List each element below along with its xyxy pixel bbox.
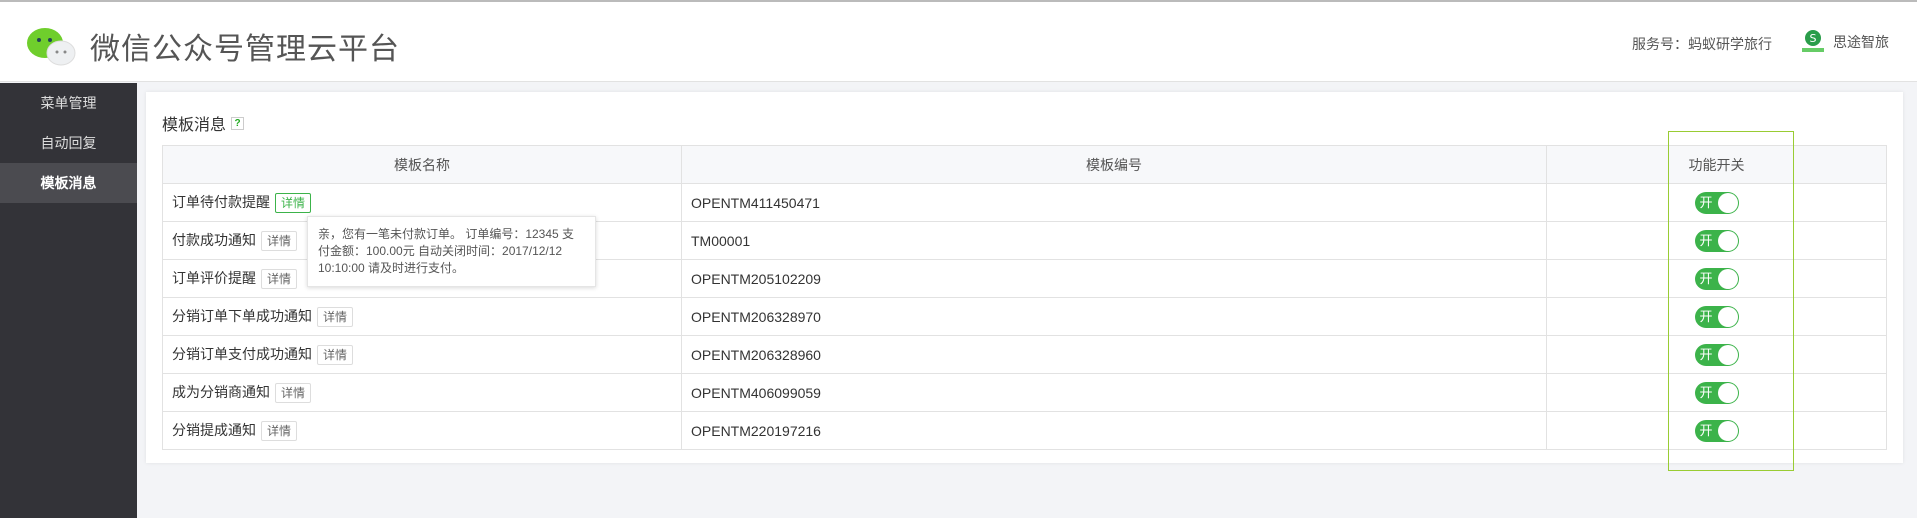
table-row: 分销订单支付成功通知 详情 OPENTM206328960 开 <box>162 335 1887 374</box>
detail-button[interactable]: 详情 <box>275 383 312 403</box>
template-name: 订单待付款提醒 <box>172 194 270 210</box>
sidebar-item-auto-reply[interactable]: 自动回复 <box>0 123 137 163</box>
table-row: 成为分销商通知 详情 OPENTM406099059 开 <box>162 373 1887 412</box>
app-title: 微信公众号管理云平台 <box>90 33 400 66</box>
column-header-switch: 功能开关 <box>1546 145 1887 184</box>
template-code: OPENTM406099059 <box>681 373 1547 412</box>
toggle-knob <box>1717 230 1738 251</box>
page-title: 模板消息 ? <box>162 111 245 135</box>
template-name: 成为分销商通知 <box>172 384 270 400</box>
template-code: OPENTM220197216 <box>681 411 1547 450</box>
switch-cell: 开 <box>1546 259 1887 298</box>
column-header-name: 模板名称 <box>162 145 682 184</box>
column-header-code: 模板编号 <box>681 145 1547 184</box>
help-icon[interactable]: ? <box>231 116 245 130</box>
enable-toggle[interactable]: 开 <box>1694 191 1739 214</box>
toggle-knob <box>1717 344 1738 365</box>
top-header: 微信公众号管理云平台 服务号：蚂蚁研学旅行 S 思途智旅 <box>0 0 1917 82</box>
switch-cell: 开 <box>1546 373 1887 412</box>
brand[interactable]: S 思途智旅 <box>1799 28 1889 56</box>
svg-text:S: S <box>1810 32 1817 45</box>
toggle-label: 开 <box>1699 346 1713 362</box>
detail-button[interactable]: 详情 <box>317 307 354 327</box>
toggle-knob <box>1717 268 1738 289</box>
template-code: TM00001 <box>681 221 1547 260</box>
switch-cell: 开 <box>1546 411 1887 450</box>
toggle-label: 开 <box>1699 308 1713 324</box>
enable-toggle[interactable]: 开 <box>1694 305 1739 328</box>
switch-cell: 开 <box>1546 183 1887 222</box>
table-row: 分销订单下单成功通知 详情 OPENTM206328970 开 <box>162 297 1887 336</box>
page-title-text: 模板消息 <box>162 117 227 134</box>
toggle-label: 开 <box>1699 384 1713 400</box>
template-name-cell: 分销订单下单成功通知 详情 <box>162 297 682 336</box>
enable-toggle[interactable]: 开 <box>1694 343 1739 366</box>
template-code: OPENTM206328960 <box>681 335 1547 374</box>
detail-tooltip: 亲，您有一笔未付款订单。 订单编号：12345 支付金额：100.00元 自动关… <box>307 216 596 287</box>
template-name: 分销订单下单成功通知 <box>172 308 312 324</box>
wechat-logo-icon <box>27 28 76 66</box>
toggle-knob <box>1717 420 1738 441</box>
detail-button[interactable]: 详情 <box>317 345 354 365</box>
brand-logo-icon: S <box>1802 30 1824 52</box>
toggle-knob <box>1717 192 1738 213</box>
sidebar: 菜单管理 自动回复 模板消息 <box>0 83 137 518</box>
detail-button[interactable]: 详情 <box>275 193 312 213</box>
template-code: OPENTM205102209 <box>681 259 1547 298</box>
enable-toggle[interactable]: 开 <box>1694 267 1739 290</box>
detail-button[interactable]: 详情 <box>261 269 298 289</box>
switch-cell: 开 <box>1546 335 1887 374</box>
switch-cell: 开 <box>1546 297 1887 336</box>
template-code: OPENTM206328970 <box>681 297 1547 336</box>
sidebar-item-template-message[interactable]: 模板消息 <box>0 163 137 203</box>
template-name-cell: 成为分销商通知 详情 <box>162 373 682 412</box>
enable-toggle[interactable]: 开 <box>1694 381 1739 404</box>
template-name: 分销订单支付成功通知 <box>172 346 312 362</box>
template-name-cell: 分销提成通知 详情 <box>162 411 682 450</box>
template-table: 模板名称 模板编号 功能开关 订单待付款提醒 详情 OPENTM411450471… <box>162 145 1887 450</box>
template-name-cell: 分销订单支付成功通知 详情 <box>162 335 682 374</box>
toggle-label: 开 <box>1699 232 1713 248</box>
toggle-label: 开 <box>1699 194 1713 210</box>
toggle-label: 开 <box>1699 422 1713 438</box>
enable-toggle[interactable]: 开 <box>1694 419 1739 442</box>
template-name: 订单评价提醒 <box>172 270 256 286</box>
detail-button[interactable]: 详情 <box>261 231 298 251</box>
template-name: 付款成功通知 <box>172 232 256 248</box>
table-row: 分销提成通知 详情 OPENTM220197216 开 <box>162 411 1887 450</box>
detail-button[interactable]: 详情 <box>261 421 298 441</box>
toggle-knob <box>1717 306 1738 327</box>
template-name: 分销提成通知 <box>172 422 256 438</box>
enable-toggle[interactable]: 开 <box>1694 229 1739 252</box>
toggle-label: 开 <box>1699 270 1713 286</box>
toggle-knob <box>1717 382 1738 403</box>
template-code: OPENTM411450471 <box>681 183 1547 222</box>
sidebar-item-menu[interactable]: 菜单管理 <box>0 83 137 123</box>
service-account-label: 服务号：蚂蚁研学旅行 <box>1632 36 1772 52</box>
switch-cell: 开 <box>1546 221 1887 260</box>
brand-name: 思途智旅 <box>1833 34 1889 50</box>
